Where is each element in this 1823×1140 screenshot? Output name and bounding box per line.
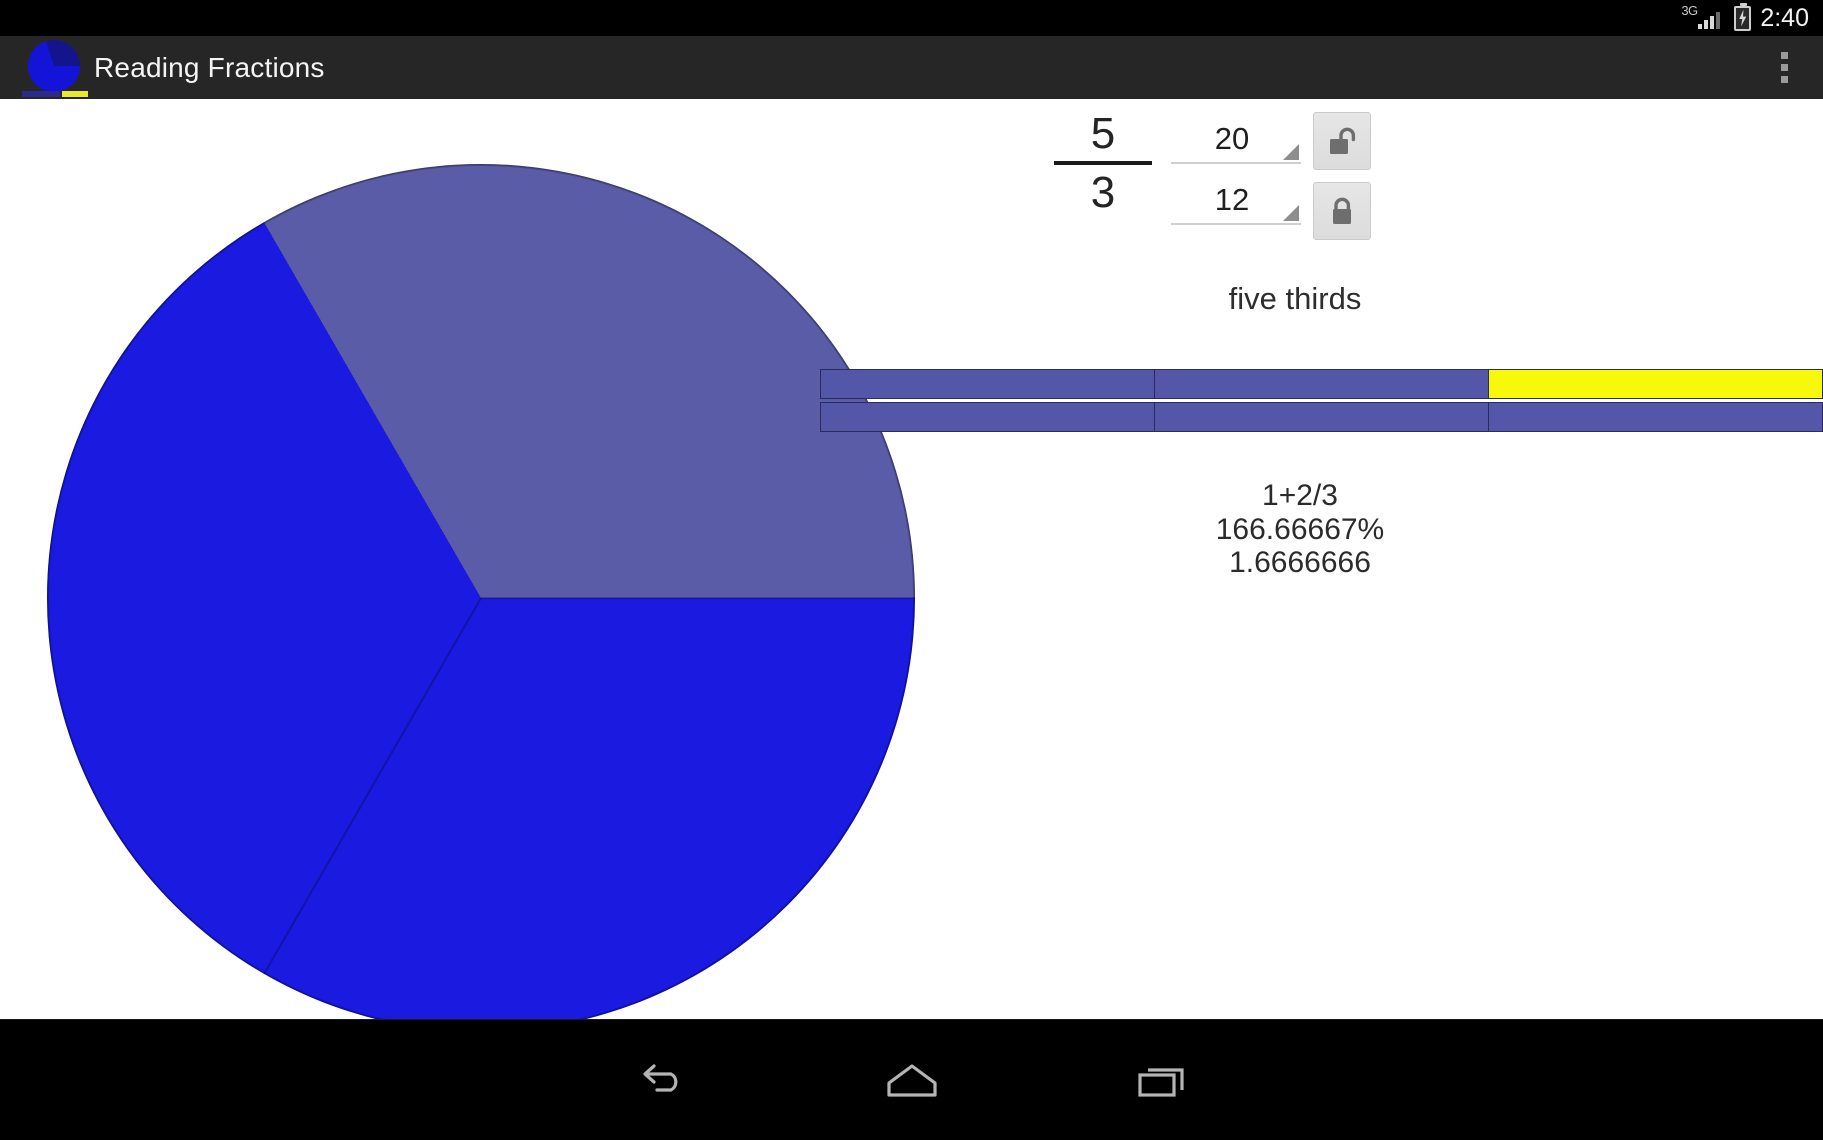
bar-segment xyxy=(821,370,1155,398)
fraction-denominator: 3 xyxy=(1090,168,1116,218)
denominator-spinner[interactable]: 12 xyxy=(1171,177,1301,225)
spinner-column: 20 12 xyxy=(1171,111,1301,225)
app-icon-yellow-bar xyxy=(62,90,88,97)
fraction-name-label: five thirds xyxy=(1228,281,1362,316)
lock-closed-icon xyxy=(1333,197,1351,224)
signal-strength-bars xyxy=(1698,12,1721,29)
bar-segment xyxy=(1489,403,1823,431)
denominator-lock-button[interactable] xyxy=(1313,182,1371,240)
app-icon-dark-bar xyxy=(22,90,60,97)
bar-row xyxy=(820,402,1823,432)
app-root: 3G 2:40 Reading Fractions 5 3 20 12 five… xyxy=(0,0,1823,1140)
fraction-bar-chart xyxy=(820,369,1823,432)
app-icon-pie-shape xyxy=(28,39,80,92)
lock-open-icon xyxy=(1330,127,1356,154)
system-nav-bar xyxy=(0,1019,1823,1140)
dropdown-caret-icon xyxy=(1283,144,1299,160)
percent-value: 166.66667% xyxy=(1215,512,1385,546)
status-bar: 3G 2:40 xyxy=(0,0,1823,36)
status-bar-right-cluster: 3G 2:40 xyxy=(1681,2,1809,32)
bar-segment-highlight xyxy=(1489,370,1823,398)
dropdown-caret-icon xyxy=(1283,205,1299,221)
numerator-spinner-value: 20 xyxy=(1214,121,1250,156)
overflow-menu-icon[interactable] xyxy=(1767,45,1801,91)
fraction-bar xyxy=(1054,161,1152,166)
pie-slice-dividers xyxy=(47,164,915,1032)
fraction-control-row: 5 3 20 12 xyxy=(1053,109,1493,240)
right-panel: 5 3 20 12 five thirds 1+2/3 166.66667% 1… xyxy=(820,99,1823,1019)
nav-home-button[interactable] xyxy=(864,1043,960,1117)
page-title: Reading Fractions xyxy=(94,51,325,83)
network-type-label: 3G xyxy=(1681,3,1698,18)
numerator-lock-button[interactable] xyxy=(1313,112,1371,170)
decimal-value: 1.6666666 xyxy=(1229,546,1371,580)
bar-row xyxy=(820,369,1823,399)
fraction-display: 5 3 xyxy=(1053,109,1153,218)
mixed-number-value: 1+2/3 xyxy=(1262,479,1338,512)
action-bar: Reading Fractions xyxy=(0,36,1823,99)
denominator-spinner-value: 12 xyxy=(1214,182,1250,217)
home-icon xyxy=(886,1064,937,1097)
status-clock: 2:40 xyxy=(1760,3,1809,32)
bar-segment xyxy=(1155,370,1489,398)
nav-back-button[interactable] xyxy=(613,1043,709,1117)
charging-bolt-icon xyxy=(1739,9,1747,27)
lock-column xyxy=(1313,111,1371,240)
fraction-numerator: 5 xyxy=(1090,109,1116,158)
bar-segment xyxy=(1155,403,1489,431)
back-arrow-icon xyxy=(642,1064,677,1092)
signal-bars-icon: 3G xyxy=(1681,3,1725,31)
nav-recents-button[interactable] xyxy=(1115,1043,1211,1117)
recents-icon xyxy=(1137,1068,1184,1097)
bar-segment xyxy=(821,403,1155,431)
numerator-spinner[interactable]: 20 xyxy=(1171,116,1301,164)
fraction-pie-chart xyxy=(47,164,915,1032)
value-readouts: 1+2/3 166.66667% 1.6666666 xyxy=(915,479,1685,580)
battery-charging-icon xyxy=(1734,2,1752,31)
main-content: 5 3 20 12 five thirds 1+2/3 166.66667% 1… xyxy=(0,99,1823,1032)
pie-chart-app-icon xyxy=(20,38,88,98)
